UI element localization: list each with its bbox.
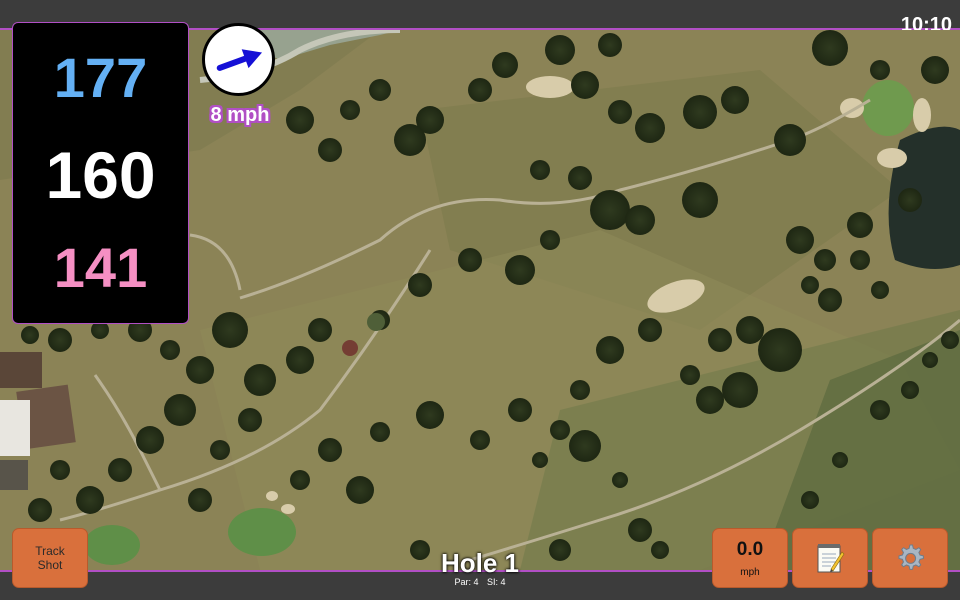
- arrow-east-northeast-icon: [216, 49, 263, 71]
- shot-speed-value: 0.0: [736, 538, 764, 560]
- hole-stroke-index: SI: 4: [487, 577, 506, 587]
- wind-speed: 8 mph: [210, 104, 270, 126]
- track-shot-label-line2: Shot: [37, 558, 63, 572]
- track-shot-button[interactable]: Track Shot: [12, 528, 88, 588]
- back-distance: 177: [53, 46, 148, 109]
- notepad-icon: [817, 544, 845, 573]
- shot-speed-unit: mph: [740, 566, 760, 578]
- settings-button[interactable]: [872, 528, 948, 588]
- hole-details: Par: 4 SI: 4: [420, 577, 540, 587]
- distance-panel: 177 160 141: [12, 22, 189, 324]
- shot-speed-button[interactable]: 0.0 mph: [712, 528, 788, 588]
- track-shot-label-line1: Track: [35, 544, 65, 558]
- wind-indicator: [202, 23, 275, 96]
- front-distance: 141: [53, 236, 148, 299]
- hole-title: Hole 1: [440, 548, 520, 578]
- middle-distance: 160: [45, 138, 156, 212]
- hole-par: Par: 4: [454, 577, 479, 587]
- gear-icon: [898, 544, 924, 570]
- notes-button[interactable]: [792, 528, 868, 588]
